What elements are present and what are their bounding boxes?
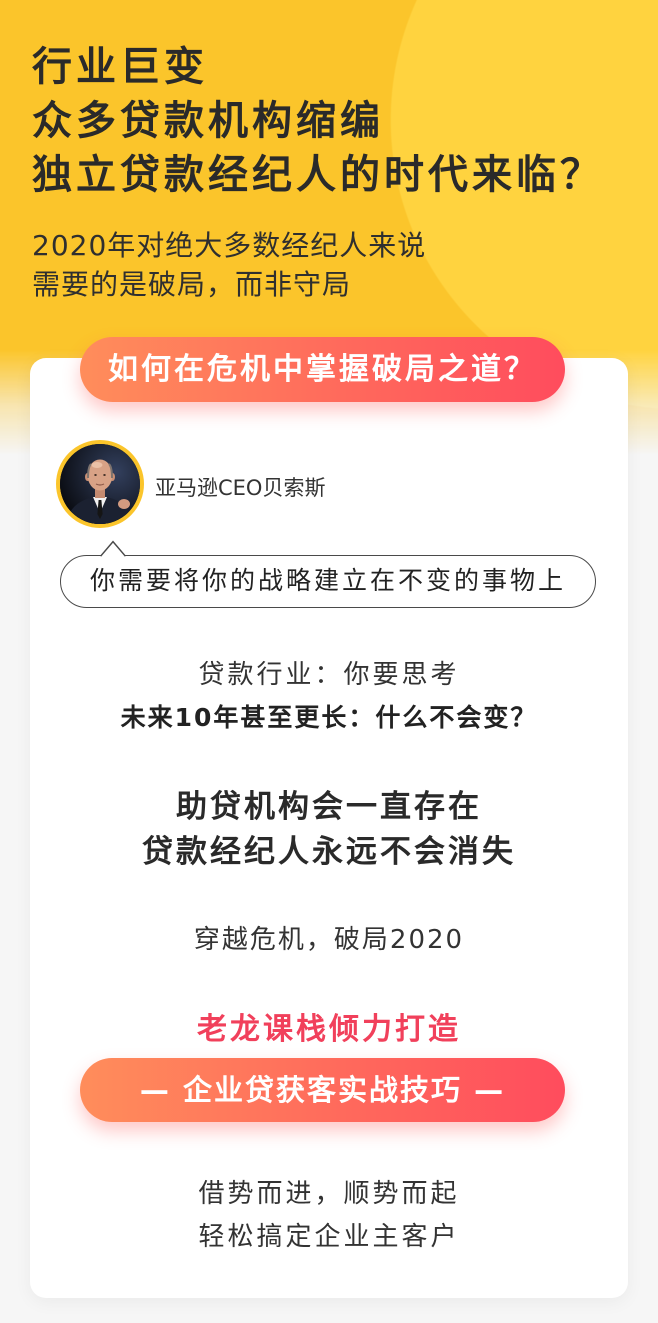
speaker-avatar [56,440,144,528]
reflection-question: 未来10年甚至更长：什么不会变？ [120,703,538,732]
subtitle: 2020年对绝大多数经纪人来说 需要的是破局，而非守局 [32,226,426,304]
key-statement: 助贷机构会一直存在 贷款经纪人永远不会消失 [30,785,628,875]
speech-bubble-tail [100,540,126,558]
headline-line: 行业巨变 [32,44,208,90]
producer-credit: 老龙课栈倾力打造 [197,1012,461,1047]
question-badge: 如何在危机中掌握破局之道？ [80,337,565,402]
quote-bubble: 你需要将你的战略建立在不变的事物上 [60,555,596,608]
person-portrait-icon [60,444,140,524]
closing-line: 借势而进，顺势而起 [198,1179,460,1209]
statement-line: 助贷机构会一直存在 [176,789,482,825]
statement-line: 贷款经纪人永远不会消失 [142,834,516,870]
headline: 行业巨变 众多贷款机构缩编 独立贷款经纪人的时代来临？ [32,40,604,202]
speaker-name: 亚马逊CEO贝索斯 [155,476,326,500]
course-banner: — 企业贷获客实战技巧 — [80,1058,565,1122]
closing-line: 轻松搞定企业主客户 [198,1222,460,1252]
reflection-prompt: 贷款行业：你要思考 [198,660,460,690]
closing-text: 借势而进，顺势而起 轻松搞定企业主客户 [30,1173,628,1259]
subtitle-line: 需要的是破局，而非守局 [32,268,352,301]
headline-line: 独立贷款经纪人的时代来临？ [32,152,604,198]
tagline: 穿越危机，破局2020 [193,925,465,955]
subtitle-line: 2020年对绝大多数经纪人来说 [32,229,427,262]
headline-line: 众多贷款机构缩编 [32,98,384,144]
